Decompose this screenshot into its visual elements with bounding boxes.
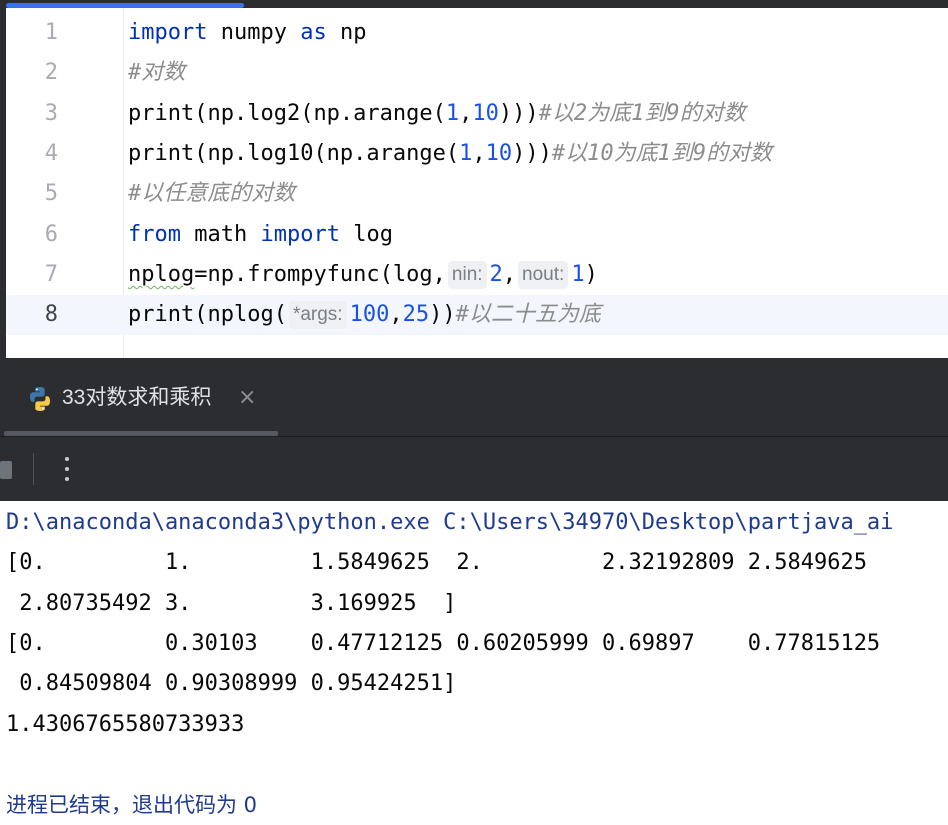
code-token: as xyxy=(300,20,327,45)
code-text[interactable]: #以任意底的对数 xyxy=(128,174,295,214)
code-token: numpy xyxy=(207,20,301,45)
console-line: [0. 0.30103 0.47712125 0.60205999 0.6989… xyxy=(6,630,881,656)
console-line: 2.80735492 3. 3.169925 ] xyxy=(6,590,457,616)
code-token: 25 xyxy=(402,302,430,328)
run-tab-label: 33对数求和乘积 xyxy=(62,386,212,409)
code-token: #以2为底1到9的对数 xyxy=(538,100,746,126)
code-token: , xyxy=(459,100,473,126)
title-strip xyxy=(0,0,948,8)
code-token: #对数 xyxy=(128,60,186,86)
code-line[interactable]: 6 from math import log xyxy=(6,215,948,255)
code-token: , xyxy=(389,302,403,328)
code-token: , xyxy=(502,261,517,287)
code-token: , xyxy=(472,140,486,166)
code-token: np xyxy=(326,20,367,45)
code-line[interactable]: 1 import numpy as np xyxy=(6,13,948,53)
code-token: #以任意底的对数 xyxy=(128,181,296,207)
code-token: 10 xyxy=(472,100,499,126)
line-number: 2 xyxy=(44,60,58,86)
code-token: 100 xyxy=(349,302,390,328)
code-line[interactable]: 2 #对数 xyxy=(6,53,948,93)
code-token: 10 xyxy=(485,140,513,166)
run-tab[interactable]: 33对数求和乘积 × xyxy=(0,358,280,436)
parameter-hint: *args: xyxy=(288,301,347,330)
line-number: 4 xyxy=(44,140,58,166)
code-token: print xyxy=(128,302,195,328)
parameter-hint: nin: xyxy=(447,260,487,289)
code-line[interactable]: 8 print(nplog(*args: 100,25))#以二十五为底 xyxy=(6,295,948,336)
code-line[interactable]: 4 print(np.log10(np.arange(1,10)))#以10为底1… xyxy=(6,134,948,174)
line-number: 5 xyxy=(44,181,58,207)
code-token: print xyxy=(128,100,195,126)
parameter-hint: nout: xyxy=(518,260,569,289)
code-token: nplog xyxy=(128,261,195,287)
code-token: 2 xyxy=(489,261,503,287)
line-number: 1 xyxy=(44,20,58,45)
console-output[interactable]: D:\anaconda\anaconda3\python.exe C:\User… xyxy=(0,501,948,817)
code-token: ) xyxy=(584,261,598,287)
code-token: from xyxy=(128,221,181,247)
console-line: 1.4306765580733933 xyxy=(6,711,245,737)
code-token: import xyxy=(128,20,208,45)
console-line: 0.84509804 0.90308999 0.95424251] xyxy=(6,671,457,697)
code-token: )) xyxy=(429,302,456,328)
console-line: [0. 1. 1.5849625 2. 2.32192809 2.5849625 xyxy=(6,550,867,576)
line-number: 6 xyxy=(44,221,58,247)
code-text[interactable]: import numpy as np xyxy=(128,13,366,53)
code-token: log xyxy=(339,221,393,247)
command-line: D:\anaconda\anaconda3\python.exe C:\User… xyxy=(6,510,894,535)
code-token: ))) xyxy=(512,140,552,166)
code-editor[interactable]: 1 import numpy as np 2 #对数 3 print(np.log2(np… xyxy=(6,8,948,358)
code-text[interactable]: print(np.log10(np.arange(1,10)))#以10为底1到… xyxy=(128,134,772,174)
code-token: #以10为底1到9的对数 xyxy=(551,140,773,166)
code-token: math xyxy=(180,221,261,247)
code-token: 1 xyxy=(571,261,585,287)
code-text[interactable]: print(np.log2(np.arange(1,10)))#以2为底1到9的… xyxy=(128,94,746,134)
code-token: (np.log10(np.arange( xyxy=(194,140,460,166)
code-token: 1 xyxy=(459,140,473,166)
code-token: ))) xyxy=(498,100,539,126)
code-token: #以二十五为底 xyxy=(455,302,601,328)
code-token: (np.log2(np.arange( xyxy=(194,100,446,126)
code-text[interactable]: #对数 xyxy=(128,53,185,93)
code-token: (nplog( xyxy=(194,302,287,328)
code-token: =np.frompyfunc(log, xyxy=(194,261,446,287)
toolbar-divider xyxy=(33,453,34,485)
line-number: 3 xyxy=(44,100,58,126)
code-text[interactable]: print(nplog(*args: 100,25))#以二十五为底 xyxy=(128,295,601,335)
python-icon xyxy=(30,387,50,411)
code-text[interactable]: from math import log xyxy=(128,215,393,255)
code-token: import xyxy=(260,221,340,247)
run-toolbar xyxy=(0,437,948,501)
more-options-icon[interactable] xyxy=(56,451,78,487)
line-number: 7 xyxy=(44,261,58,287)
line-number: 8 xyxy=(44,302,58,328)
run-tool-window: 33对数求和乘积 × D:\anaconda\anaconda3\python.… xyxy=(0,358,948,817)
exit-message: 进程已结束，退出代码为 0 xyxy=(6,793,258,818)
stop-icon[interactable] xyxy=(0,461,12,479)
code-token: print xyxy=(128,140,195,166)
code-line[interactable]: 7 nplog=np.frompyfunc(log, nin: 2, nout: 1) xyxy=(6,255,948,295)
code-text[interactable]: nplog=np.frompyfunc(log, nin: 2, nout: 1) xyxy=(128,255,598,295)
code-token: 1 xyxy=(445,100,460,126)
close-icon[interactable]: × xyxy=(238,382,256,414)
code-line[interactable]: 3 print(np.log2(np.arange(1,10)))#以2为底1到9… xyxy=(6,94,948,134)
code-line[interactable]: 5 #以任意底的对数 xyxy=(6,174,948,214)
